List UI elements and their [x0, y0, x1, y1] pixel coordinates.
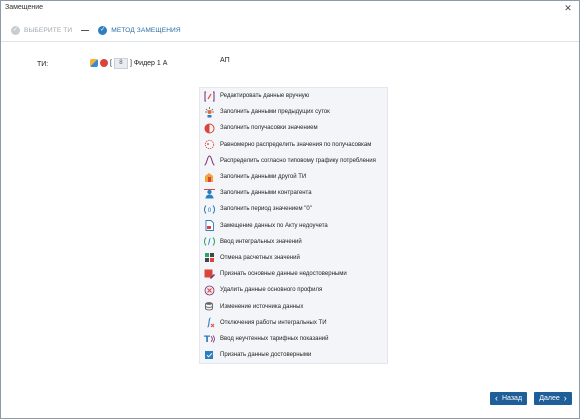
sun-previous-day-icon	[204, 106, 215, 118]
close-icon[interactable]: ✕	[563, 3, 573, 13]
next-button[interactable]: Далее ›	[534, 392, 572, 405]
ti-row: ТИ: [ 8 ] Фидер 1 А АП	[37, 57, 230, 71]
method-label: Редактировать данные вручную	[220, 93, 310, 100]
svg-text:T: T	[204, 335, 211, 344]
step-select-ti[interactable]: ✓ ВЫБЕРИТЕ ТИ	[11, 25, 73, 35]
method-label: Заполнить данными контрагента	[220, 190, 312, 197]
method-item[interactable]: Замещение данных по Акту недоучета	[200, 218, 387, 234]
method-label: Заполнить данными предыдущих суток	[220, 109, 330, 116]
method-item[interactable]: Удалить данные основного профиля	[200, 282, 387, 298]
method-item[interactable]: Заполнить данными предыдущих суток	[200, 104, 387, 120]
dialog-titlebar: Замещение ✕	[1, 1, 579, 15]
zero-value-icon: 0	[204, 204, 215, 215]
svg-text:0: 0	[208, 207, 212, 214]
method-label: Равномерно распределить значения по полу…	[220, 141, 372, 148]
ti-selector[interactable]: [ 8 ] Фидер 1 А АП	[90, 56, 230, 70]
method-label: Ввод интегральных значений	[220, 238, 302, 245]
ti-status-icon	[100, 59, 108, 67]
method-item[interactable]: Заполнить данными другой ТИ	[200, 169, 387, 185]
header-divider	[1, 41, 579, 42]
ti-bracket: [	[110, 59, 112, 67]
step-label: ВЫБЕРИТЕ ТИ	[24, 26, 73, 34]
method-label: Распределить согласно типовому графику п…	[220, 157, 376, 164]
method-label: Отмена расчетных значений	[220, 254, 300, 261]
method-label: Замещение данных по Акту недоучета	[220, 222, 328, 229]
method-item[interactable]: T Ввод неучтенных тарифных показаний	[200, 331, 387, 347]
ti-suffix: АП	[220, 57, 230, 64]
wizard-steps: ✓ ВЫБЕРИТЕ ТИ ✓ МЕТОД ЗАМЕЩЕНИЯ	[11, 23, 181, 37]
method-label: Признать данные достоверными	[220, 352, 312, 359]
check-done-icon: ✓	[11, 25, 20, 35]
act-document-icon	[204, 220, 215, 232]
method-item[interactable]: Редактировать данные вручную	[200, 88, 387, 104]
method-item[interactable]: Распределить согласно типовому графику п…	[200, 153, 387, 169]
method-item[interactable]: Признать данные достоверными	[200, 347, 387, 363]
data-source-icon	[204, 301, 215, 312]
cancel-calc-icon	[204, 252, 215, 263]
method-label: Изменение источника данных	[220, 303, 304, 310]
method-item[interactable]: Заполнить получасовки значением	[200, 120, 387, 136]
curve-graph-icon	[204, 155, 215, 166]
half-circle-icon	[204, 123, 215, 134]
check-active-icon: ✓	[98, 25, 108, 35]
method-label: Удалить данные основного профиля	[220, 287, 323, 294]
contractor-icon	[204, 188, 215, 199]
integral-input-icon	[204, 236, 215, 247]
method-item[interactable]: Отключения работы интегральных ТИ	[200, 315, 387, 331]
ti-number: 8	[113, 57, 128, 69]
method-list: Редактировать данные вручную Заполнить да…	[199, 87, 388, 365]
method-label: Отключения работы интегральных ТИ	[220, 319, 327, 326]
ti-type-icon	[90, 59, 98, 67]
back-button[interactable]: ‹ Назад	[490, 392, 527, 405]
method-label: Признать основные данные недостоверными	[220, 271, 347, 278]
method-label: Заполнить получасовки значением	[220, 125, 318, 132]
invalid-data-icon	[204, 269, 215, 280]
dialog-title: Замещение	[5, 4, 44, 11]
method-item[interactable]: Отмена расчетных значений	[200, 250, 387, 266]
step-replacement-method[interactable]: ✓ МЕТОД ЗАМЕЩЕНИЯ	[98, 25, 181, 35]
dotted-circle-icon	[204, 139, 215, 150]
chevron-right-icon: ›	[563, 393, 567, 403]
step-label: МЕТОД ЗАМЕЩЕНИЯ	[111, 26, 181, 34]
ti-name: ] Фидер 1 А	[129, 59, 168, 67]
replacement-dialog: Замещение ✕ ✓ ВЫБЕРИТЕ ТИ ✓ МЕТОД ЗАМЕЩЕ…	[0, 0, 580, 419]
method-item[interactable]: Ввод интегральных значений	[200, 234, 387, 250]
chevron-left-icon: ‹	[494, 393, 498, 403]
method-item[interactable]: Изменение источника данных	[200, 298, 387, 314]
edit-bracket-icon	[204, 91, 215, 102]
method-item[interactable]: 0 Заполнить период значением "0"	[200, 201, 387, 217]
method-label: Заполнить данными другой ТИ	[220, 174, 307, 181]
method-item[interactable]: Заполнить данными контрагента	[200, 185, 387, 201]
tariff-input-icon: T	[204, 333, 215, 344]
method-label: Ввод неучтенных тарифных показаний	[220, 335, 329, 342]
method-item[interactable]: Признать основные данные недостоверными	[200, 266, 387, 282]
integral-off-icon	[204, 317, 215, 328]
method-label: Заполнить период значением "0"	[220, 206, 312, 213]
ti-label: ТИ:	[37, 60, 49, 68]
valid-data-icon	[204, 350, 215, 361]
delete-profile-icon	[204, 285, 215, 296]
back-label: Назад	[501, 395, 523, 402]
method-item[interactable]: Равномерно распределить значения по полу…	[200, 137, 387, 153]
other-ti-icon	[204, 172, 215, 183]
next-label: Далее	[539, 395, 560, 402]
step-separator	[81, 29, 90, 31]
